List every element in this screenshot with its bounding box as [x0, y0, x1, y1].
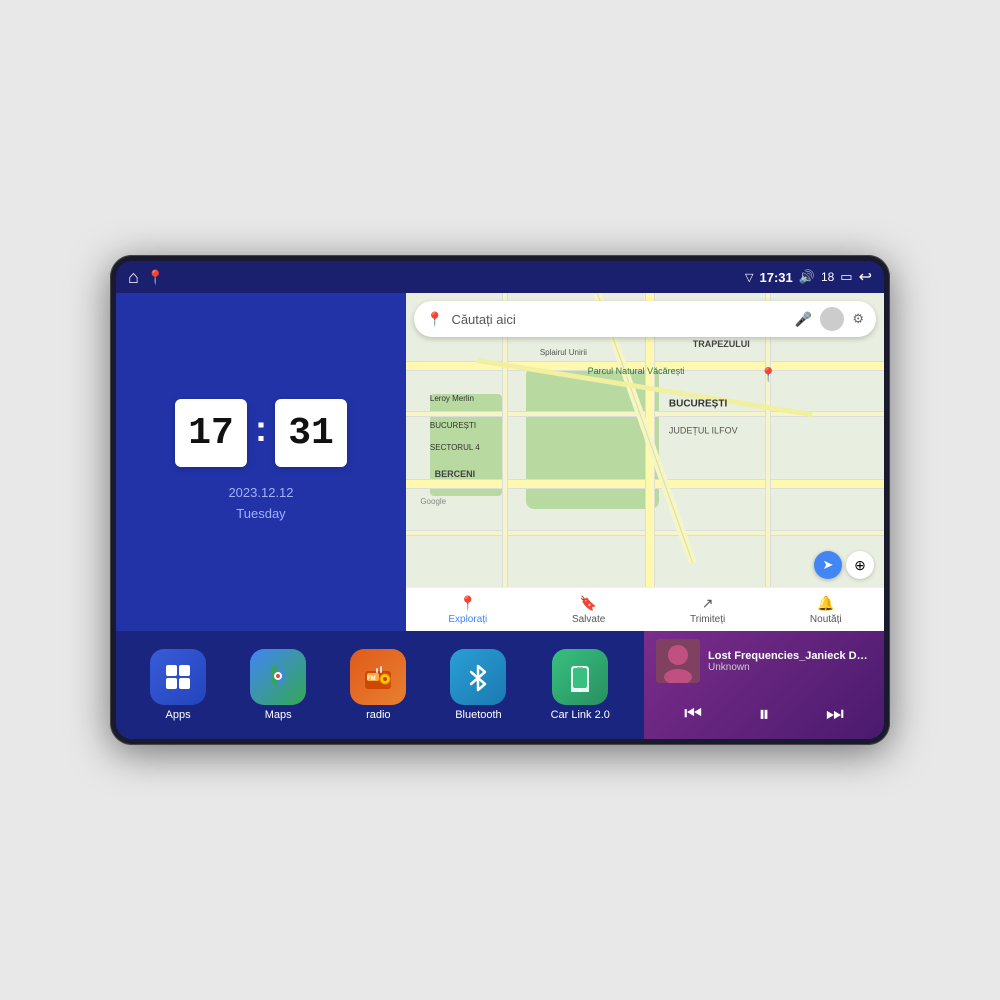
status-bar: ⌂ 📍 ▽ 17:31 🔊 18 ▭ ↩: [116, 261, 884, 293]
map-area: Parcul Natural Văcărești Leroy Merlin BU…: [406, 293, 884, 631]
bottom-section: Apps Maps: [116, 631, 884, 739]
music-player: Lost Frequencies_Janieck Devy-... Unknow…: [644, 631, 884, 739]
music-artist: Unknown: [708, 662, 872, 673]
map-nav-news[interactable]: 🔔 Noutăți: [810, 595, 842, 625]
clock-date: 2023.12.12 Tuesday: [228, 483, 293, 525]
svg-text:JUDEȚUL ILFOV: JUDEȚUL ILFOV: [669, 426, 738, 436]
news-icon: 🔔: [817, 595, 834, 612]
maps-shortcut-icon[interactable]: 📍: [147, 269, 164, 286]
radio-label: radio: [366, 709, 390, 721]
explore-icon: 📍: [459, 595, 476, 612]
music-info: Lost Frequencies_Janieck Devy-... Unknow…: [656, 639, 872, 683]
map-navigate-btn[interactable]: ➤: [814, 551, 842, 579]
signal-icon: ▽: [745, 271, 753, 284]
bluetooth-label: Bluetooth: [455, 709, 501, 721]
battery-icon: ▭: [840, 269, 852, 285]
status-left-icons: ⌂ 📍: [128, 267, 164, 288]
send-label: Trimiteți: [690, 614, 725, 625]
music-text: Lost Frequencies_Janieck Devy-... Unknow…: [708, 650, 872, 673]
map-nav-saved[interactable]: 🔖 Salvate: [572, 595, 605, 625]
map-pin-icon: 📍: [426, 311, 443, 328]
app-maps-button[interactable]: Maps: [250, 649, 306, 721]
map-search-bar[interactable]: 📍 Căutați aici 🎤 ⚙: [414, 301, 876, 337]
map-bottom-bar: 📍 Explorați 🔖 Salvate ↗ Trimiteți 🔔: [406, 587, 884, 631]
app-apps-button[interactable]: Apps: [150, 649, 206, 721]
map-voice-icon[interactable]: 🎤: [795, 311, 812, 328]
maps-icon: [250, 649, 306, 705]
compass-icon: ⊕: [854, 557, 866, 574]
carlink-label: Car Link 2.0: [551, 709, 610, 721]
clock-hour: 17: [175, 399, 247, 467]
apps-section: Apps Maps: [116, 631, 644, 739]
map-nav-explore[interactable]: 📍 Explorați: [448, 595, 487, 625]
map-settings-icon[interactable]: ⚙: [852, 311, 864, 327]
navigate-icon: ➤: [823, 557, 834, 573]
saved-icon: 🔖: [580, 595, 597, 612]
map-widget[interactable]: Parcul Natural Văcărești Leroy Merlin BU…: [406, 293, 884, 631]
apps-icon: [150, 649, 206, 705]
app-bluetooth-button[interactable]: Bluetooth: [450, 649, 506, 721]
explore-label: Explorați: [448, 614, 487, 625]
music-thumbnail: [656, 639, 700, 683]
road-v2: [645, 293, 655, 631]
main-content: 17 : 31 2023.12.12 Tuesday: [116, 293, 884, 739]
road-v1: [502, 293, 508, 631]
send-icon: ↗: [702, 595, 714, 612]
prev-button[interactable]: ⏮: [676, 699, 710, 730]
home-icon[interactable]: ⌂: [128, 267, 139, 288]
app-radio-button[interactable]: FM radio: [350, 649, 406, 721]
clock-widget: 17 : 31 2023.12.12 Tuesday: [116, 293, 406, 631]
apps-label: Apps: [166, 709, 191, 721]
back-button[interactable]: ↩: [859, 267, 872, 287]
svg-text:Splairul Unirii: Splairul Unirii: [540, 348, 587, 357]
map-nav-send[interactable]: ↗ Trimiteți: [690, 595, 725, 625]
map-search-text: Căutați aici: [451, 312, 786, 327]
car-display-device: ⌂ 📍 ▽ 17:31 🔊 18 ▭ ↩ 17 :: [110, 255, 890, 745]
radio-icon: FM: [350, 649, 406, 705]
carlink-icon: [552, 649, 608, 705]
maps-label: Maps: [265, 709, 292, 721]
map-avatar[interactable]: [820, 307, 844, 331]
app-carlink-button[interactable]: Car Link 2.0: [551, 649, 610, 721]
svg-text:FM: FM: [367, 676, 376, 682]
svg-text:BUCUREȘTI: BUCUREȘTI: [669, 399, 728, 410]
play-pause-button[interactable]: ⏸: [750, 697, 777, 731]
top-section: 17 : 31 2023.12.12 Tuesday: [116, 293, 884, 631]
status-time: 17:31: [760, 270, 793, 285]
bluetooth-icon: [450, 649, 506, 705]
road-v3: [765, 293, 771, 631]
music-title: Lost Frequencies_Janieck Devy-...: [708, 650, 872, 662]
clock-minute: 31: [275, 399, 347, 467]
news-label: Noutăți: [810, 614, 842, 625]
svg-text:TRAPEZULUI: TRAPEZULUI: [693, 339, 750, 349]
music-controls: ⏮ ⏸ ⏭: [656, 697, 872, 731]
next-button[interactable]: ⏭: [818, 699, 852, 730]
battery-level: 18: [821, 270, 834, 284]
status-right-info: ▽ 17:31 🔊 18 ▭ ↩: [745, 267, 872, 287]
volume-icon: 🔊: [799, 269, 815, 285]
saved-label: Salvate: [572, 614, 605, 625]
map-compass-btn[interactable]: ⊕: [846, 551, 874, 579]
device-screen: ⌂ 📍 ▽ 17:31 🔊 18 ▭ ↩ 17 :: [116, 261, 884, 739]
svg-text:Google: Google: [420, 497, 446, 506]
clock-display: 17 : 31: [175, 399, 347, 467]
clock-colon: :: [255, 408, 267, 450]
